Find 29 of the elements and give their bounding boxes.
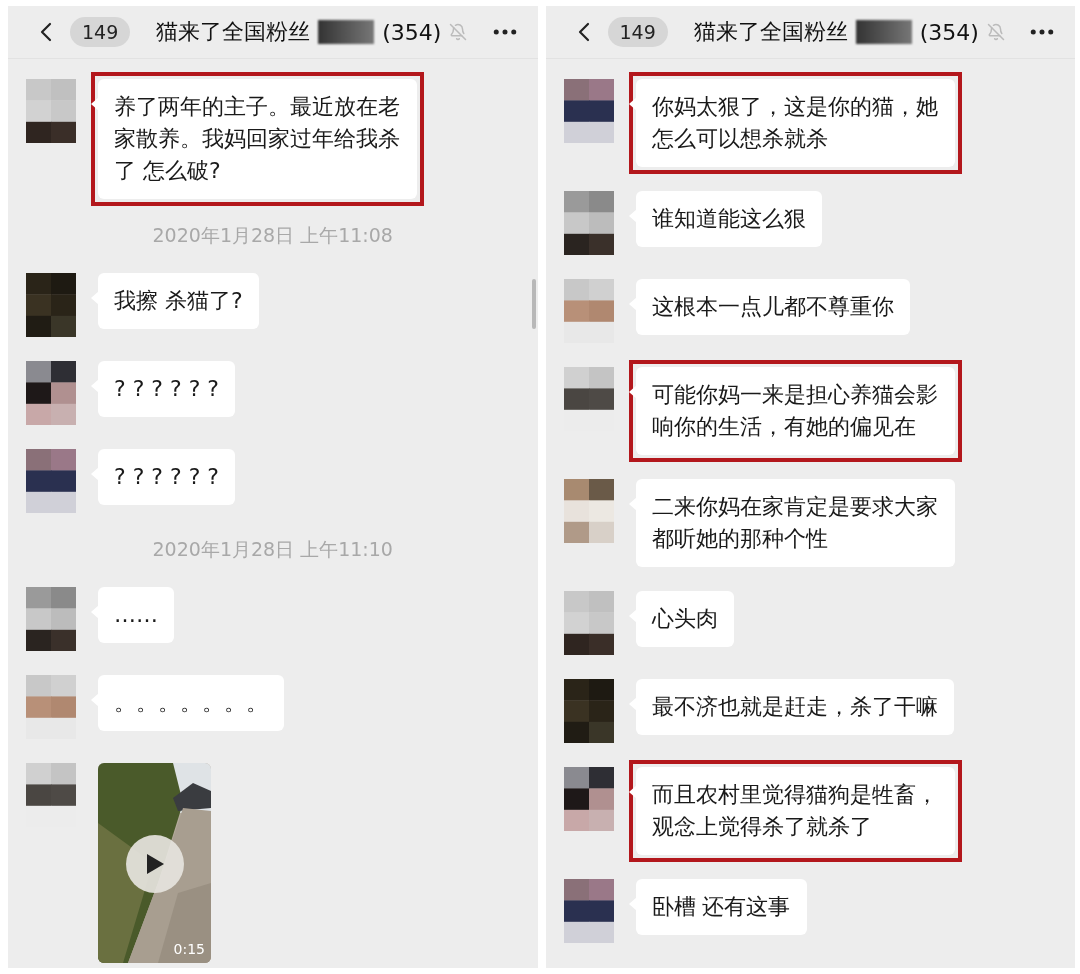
scroll-indicator (531, 279, 536, 329)
avatar (563, 479, 614, 543)
video-duration: 0:15 (173, 941, 205, 957)
unread-badge[interactable]: 149 (607, 17, 668, 47)
timestamp: 2020年1月28日 上午11:08 (152, 223, 393, 248)
unread-badge[interactable]: 149 (70, 17, 131, 47)
bubble-tail (91, 97, 99, 111)
member-count: (354) (919, 19, 979, 45)
avatar (563, 879, 614, 943)
redaction-block (318, 20, 375, 44)
member-count: (354) (382, 19, 442, 45)
chat-title: 猫来了全国粉丝 (693, 18, 848, 46)
bubble-tail (628, 785, 637, 799)
avatar (563, 591, 614, 655)
redaction-block (855, 20, 912, 44)
timestamp: 2020年1月28日 上午11:10 (152, 537, 393, 562)
bubble-tail (628, 385, 637, 399)
play-icon (145, 853, 165, 875)
bubble-tail (628, 97, 637, 111)
avatar (26, 449, 76, 513)
avatar (26, 273, 76, 337)
avatar (563, 79, 614, 143)
avatar (563, 679, 614, 743)
avatar (26, 361, 76, 425)
chat-title: 猫来了全国粉丝 (156, 18, 311, 46)
avatar (563, 767, 614, 831)
avatar (26, 587, 76, 651)
avatar (26, 79, 76, 143)
avatar (563, 191, 614, 255)
